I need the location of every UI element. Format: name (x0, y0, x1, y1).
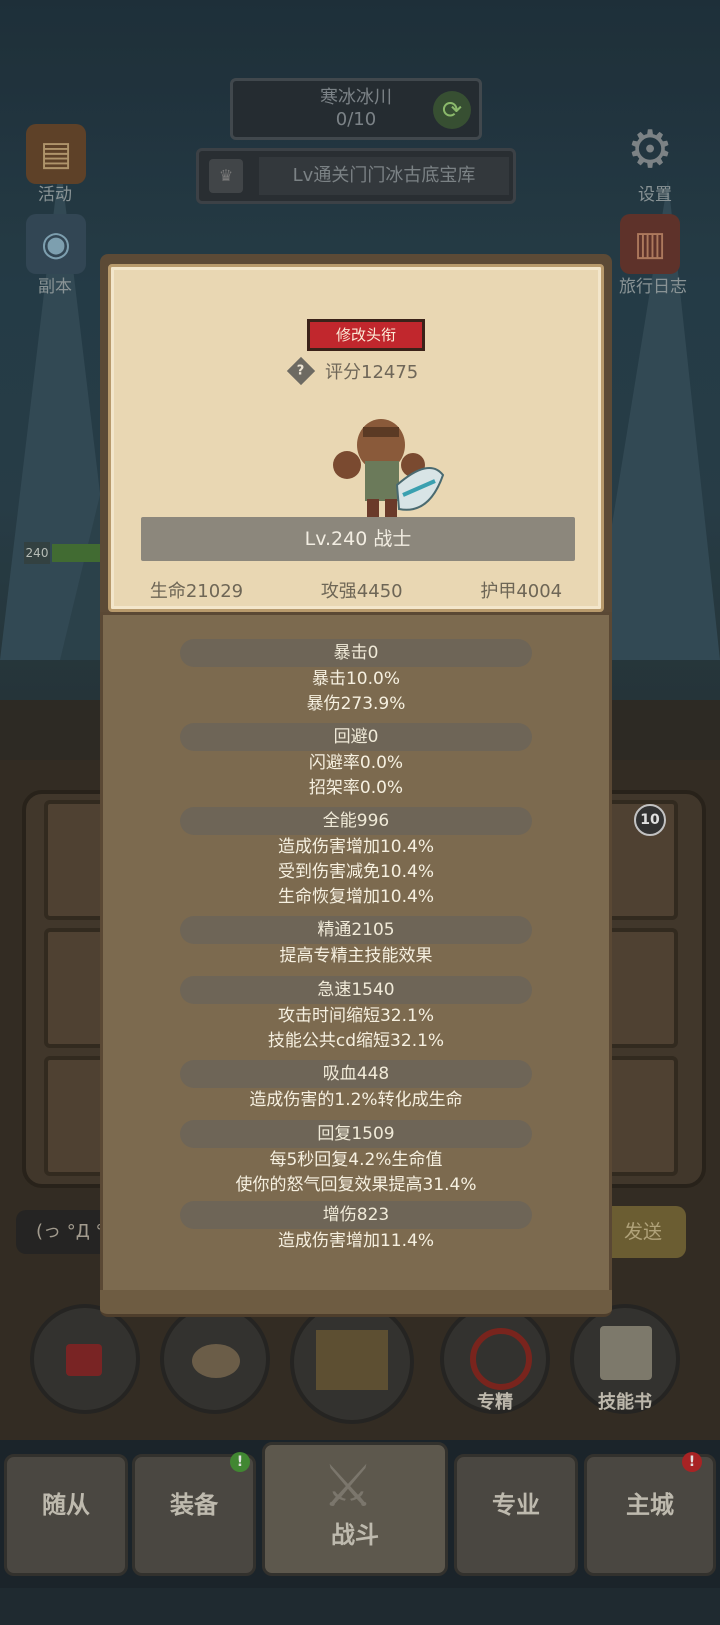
stat-header: 暴击0 (180, 639, 532, 667)
stat-line: 闪避率0.0% (308, 753, 404, 773)
stat-line: 暴击10.0% (311, 669, 400, 689)
core-stats: 生命21029 攻强4450 护甲4004 (111, 577, 601, 603)
attack-stat: 攻强4450 (320, 581, 403, 602)
stat-line: 受到伤害减免10.4% (277, 862, 434, 882)
stat-header: 全能996 (180, 807, 532, 835)
stat-line: 生命恢复增加10.4% (277, 887, 434, 907)
stat-line: 招架率0.0% (308, 778, 404, 798)
stat-damage-bonus: 增伤823 造成伤害增加11.4% (103, 1201, 609, 1254)
score-row: ? 评分12475 (286, 356, 419, 386)
stat-line: 提高专精主技能效果 (279, 946, 433, 966)
stat-avoidance: 回避0 闪避率0.0% 招架率0.0% (103, 723, 609, 801)
stat-line: 技能公共cd缩短32.1% (267, 1031, 445, 1051)
stat-line: 造成伤害的1.2%转化成生命 (249, 1090, 463, 1110)
stat-regen: 回复1509 每5秒回复4.2%生命值 使你的怒气回复效果提高31.4% (103, 1120, 609, 1198)
stat-line: 造成伤害增加10.4% (277, 837, 434, 857)
stat-versatility: 全能996 造成伤害增加10.4% 受到伤害减免10.4% 生命恢复增加10.4… (103, 807, 609, 910)
profile-frame: 修改头衔 ? 评分12475 Lv.240 战士 生命21029 攻强4450 (100, 254, 612, 620)
stat-mastery: 精通2105 提高专精主技能效果 (103, 916, 609, 969)
stat-lifesteal: 吸血448 造成伤害的1.2%转化成生命 (103, 1060, 609, 1113)
stat-line: 使你的怒气回复效果提高31.4% (235, 1175, 477, 1195)
stat-haste: 急速1540 攻击时间缩短32.1% 技能公共cd缩短32.1% (103, 976, 609, 1054)
level-class-bar: Lv.240 战士 (141, 517, 575, 561)
warrior-avatar (333, 419, 445, 519)
score-value: 评分12475 (325, 362, 419, 383)
stat-line: 造成伤害增加11.4% (277, 1231, 434, 1251)
stat-line: 每5秒回复4.2%生命值 (269, 1150, 443, 1170)
armor-stat: 护甲4004 (480, 581, 563, 602)
stat-header: 回复1509 (180, 1120, 532, 1148)
stat-header: 回避0 (180, 723, 532, 751)
modal-bottom-edge (100, 1290, 612, 1317)
rename-title-button[interactable]: 修改头衔 (307, 319, 425, 351)
profile-card: 修改头衔 ? 评分12475 Lv.240 战士 生命21029 攻强4450 (108, 264, 604, 612)
secondary-stats-panel: 暴击0 暴击10.0% 暴伤273.9% 回避0 闪避率0.0% 招架率0.0%… (100, 612, 612, 1302)
stat-crit: 暴击0 暴击10.0% 暴伤273.9% (103, 639, 609, 717)
hp-stat: 生命21029 (149, 581, 244, 602)
stat-header: 吸血448 (180, 1060, 532, 1088)
stat-line: 暴伤273.9% (306, 694, 406, 714)
stat-line: 攻击时间缩短32.1% (277, 1006, 434, 1026)
stat-header: 精通2105 (180, 916, 532, 944)
stat-header: 增伤823 (180, 1201, 532, 1229)
help-icon[interactable]: ? (286, 356, 316, 386)
character-stats-modal: 修改头衔 ? 评分12475 Lv.240 战士 生命21029 攻强4450 (100, 254, 612, 1317)
stat-header: 急速1540 (180, 976, 532, 1004)
